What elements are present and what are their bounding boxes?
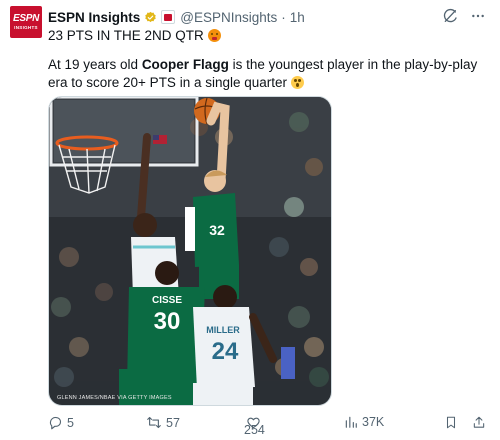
repost-button[interactable]: 57 bbox=[146, 415, 180, 430]
reply-icon bbox=[49, 416, 62, 430]
photo-credit: GLENN JAMES/NBAE VIA GETTY IMAGES bbox=[57, 395, 172, 401]
tweet-headline: 23 PTS IN THE 2ND QTR bbox=[48, 28, 221, 43]
verified-gold-icon bbox=[145, 11, 156, 22]
avatar-logo-subtext: INSIGHTS bbox=[14, 24, 38, 30]
bookmark-icon bbox=[446, 416, 456, 429]
reply-button[interactable]: 5 bbox=[48, 415, 74, 430]
bookmark-button[interactable] bbox=[444, 415, 458, 430]
flagg-jersey-number: 32 bbox=[209, 222, 225, 238]
repost-count: 57 bbox=[166, 415, 180, 430]
share-icon bbox=[473, 416, 485, 428]
tweet-actions: 5 57 254 37K bbox=[48, 413, 488, 437]
author-avatar[interactable]: ESPN INSIGHTS bbox=[10, 6, 42, 38]
astonished-emoji-icon bbox=[290, 76, 304, 89]
cisse-jersey-name: CISSE bbox=[152, 295, 182, 306]
player-name: Cooper Flagg bbox=[141, 57, 229, 72]
author-handle[interactable]: @ESPNInsights bbox=[180, 10, 277, 25]
hot-face-emoji-icon bbox=[207, 29, 221, 42]
views-icon bbox=[345, 416, 357, 428]
avatar-logo-text: ESPN bbox=[12, 12, 40, 24]
post-time[interactable]: 1h bbox=[290, 10, 305, 25]
cisse-jersey-number: 30 bbox=[154, 308, 181, 335]
views-count: 37K bbox=[362, 415, 385, 429]
tweet-header: ESPN Insights @ESPNInsights · 1h bbox=[48, 8, 305, 26]
repost-icon bbox=[147, 416, 161, 429]
miller-jersey-number: 24 bbox=[212, 338, 239, 365]
basketball-photo: 32 CISSE 30 MILLER 24 bbox=[49, 97, 331, 405]
headline-text: 23 PTS IN THE 2ND QTR bbox=[48, 28, 204, 43]
tweet-body: At 19 years old Cooper Flagg is the youn… bbox=[48, 56, 486, 92]
author-display-name[interactable]: ESPN Insights bbox=[48, 10, 140, 25]
tweet-photo[interactable]: 32 CISSE 30 MILLER 24 GLENN JAMES/NBAE V… bbox=[48, 96, 332, 406]
separator-dot: · bbox=[281, 9, 286, 25]
views-button[interactable]: 37K bbox=[344, 415, 384, 429]
espn-affiliate-icon[interactable] bbox=[161, 10, 176, 24]
like-count: 254 bbox=[244, 422, 265, 437]
top-actions bbox=[442, 8, 486, 24]
grok-icon[interactable] bbox=[442, 8, 458, 24]
like-button[interactable]: 254 bbox=[244, 415, 282, 437]
tweet[interactable]: ESPN INSIGHTS ESPN Insights @ESPNInsight… bbox=[0, 0, 500, 440]
body-part-1: At 19 years old bbox=[48, 57, 142, 72]
reply-count: 5 bbox=[67, 415, 74, 430]
miller-jersey-name: MILLER bbox=[206, 325, 240, 335]
share-button[interactable] bbox=[472, 415, 486, 430]
more-icon[interactable] bbox=[470, 8, 486, 24]
